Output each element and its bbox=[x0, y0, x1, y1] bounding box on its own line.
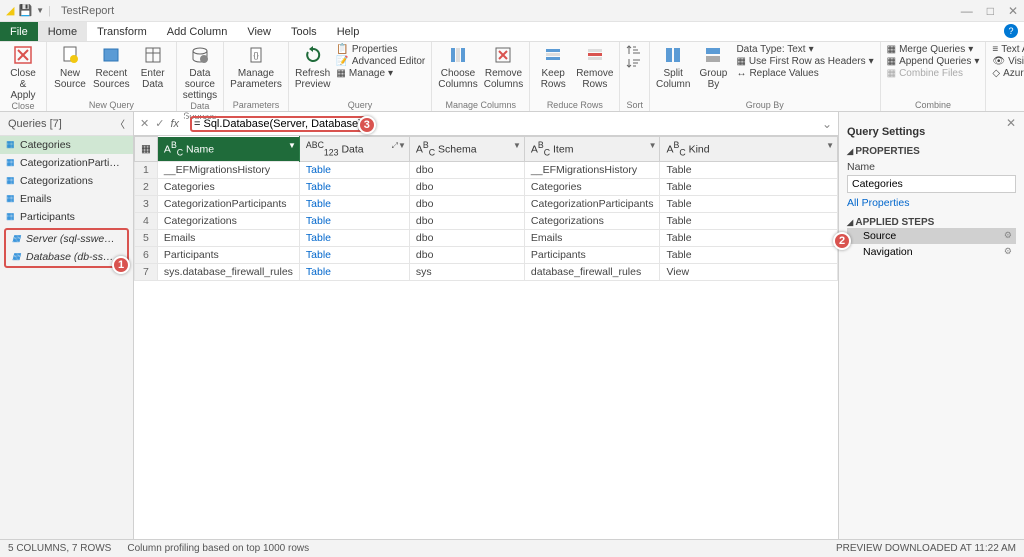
col-item[interactable]: ABC Item▼ bbox=[524, 137, 660, 162]
recent-sources-button[interactable]: Recent Sources bbox=[93, 44, 130, 90]
data-source-settings-button[interactable]: Data source settings bbox=[183, 44, 217, 101]
minimize-button[interactable]: — bbox=[961, 4, 973, 18]
table-row[interactable]: 7sys.database_firewall_rulesTablesysdata… bbox=[135, 263, 838, 280]
query-name-input[interactable] bbox=[847, 175, 1016, 193]
col-kind[interactable]: ABC Kind▼ bbox=[660, 137, 838, 162]
queries-header: Queries [7] bbox=[8, 118, 62, 130]
app-icon: ◢ bbox=[6, 4, 14, 17]
table-corner[interactable]: ▦ bbox=[135, 137, 158, 162]
col-schema[interactable]: ABC Schema▼ bbox=[409, 137, 524, 162]
merge-queries-button[interactable]: ▦ Merge Queries ▾ bbox=[887, 44, 980, 55]
menu-transform[interactable]: Transform bbox=[87, 22, 157, 41]
callout-badge-3: 3 bbox=[358, 116, 376, 134]
table-row[interactable]: 3CategorizationParticipantsTabledboCateg… bbox=[135, 195, 838, 212]
table-row[interactable]: 4CategorizationsTabledboCategorizationsT… bbox=[135, 212, 838, 229]
data-grid: ▦ ABC Name▼ ABC123 Data⤢▼ ABC Schema▼ AB… bbox=[134, 136, 838, 281]
status-dimensions: 5 COLUMNS, 7 ROWS bbox=[8, 543, 111, 554]
col-name[interactable]: ABC Name▼ bbox=[157, 137, 299, 162]
table-row[interactable]: 6ParticipantsTabledboParticipantsTable bbox=[135, 246, 838, 263]
step-source[interactable]: Source⚙ bbox=[847, 228, 1016, 244]
query-item-cat-participants[interactable]: CategorizationParticipants bbox=[0, 154, 133, 172]
data-type-button[interactable]: Data Type: Text ▾ bbox=[736, 44, 873, 55]
menu-file[interactable]: File bbox=[0, 22, 38, 41]
accept-formula-icon[interactable]: ✓ bbox=[155, 117, 164, 130]
menubar: File Home Transform Add Column View Tool… bbox=[0, 22, 1024, 42]
formula-input[interactable]: = Sql.Database(Server, Database) 3 bbox=[185, 114, 816, 134]
menu-help[interactable]: Help bbox=[327, 22, 370, 41]
vision-button[interactable]: 👁 Vision bbox=[992, 56, 1024, 67]
maximize-button[interactable]: □ bbox=[987, 4, 994, 18]
close-window-button[interactable]: ✕ bbox=[1008, 4, 1018, 18]
gear-icon[interactable]: ⚙ bbox=[1004, 230, 1012, 241]
close-settings-icon[interactable]: ✕ bbox=[1006, 116, 1016, 130]
save-icon[interactable]: 💾 bbox=[18, 4, 32, 17]
parameter-highlight-box: Server (sql-ssweagleeye-... Database (db… bbox=[4, 228, 129, 268]
dropdown-icon[interactable]: ▼ bbox=[36, 6, 44, 15]
refresh-preview-button[interactable]: Refresh Preview bbox=[295, 44, 331, 90]
window-title: TestReport bbox=[61, 5, 114, 17]
menu-tools[interactable]: Tools bbox=[281, 22, 327, 41]
menu-home[interactable]: Home bbox=[38, 22, 87, 41]
applied-steps-section: APPLIED STEPS bbox=[847, 217, 1016, 228]
query-item-emails[interactable]: Emails bbox=[0, 190, 133, 208]
properties-section: PROPERTIES bbox=[847, 146, 1016, 157]
menu-view[interactable]: View bbox=[237, 22, 281, 41]
azure-ml-button[interactable]: ◇ Azure Machine Learning bbox=[992, 68, 1024, 79]
all-properties-link[interactable]: All Properties bbox=[847, 197, 1016, 209]
table-row[interactable]: 1__EFMigrationsHistoryTabledbo__EFMigrat… bbox=[135, 161, 838, 178]
main-content: ✕ ✓ fx = Sql.Database(Server, Database) … bbox=[134, 112, 838, 539]
sort-desc-button[interactable] bbox=[626, 57, 640, 69]
enter-data-button[interactable]: Enter Data bbox=[136, 44, 170, 90]
query-item-categories[interactable]: Categories bbox=[0, 136, 133, 154]
param-database[interactable]: Database (db-ssweagleey... bbox=[6, 248, 127, 266]
append-queries-button[interactable]: ▦ Append Queries ▾ bbox=[887, 56, 980, 67]
manage-button[interactable]: ▦ Manage ▾ bbox=[336, 68, 425, 79]
formula-expand-icon[interactable]: ⌄ bbox=[822, 117, 832, 131]
formula-bar: ✕ ✓ fx = Sql.Database(Server, Database) … bbox=[134, 112, 838, 136]
first-row-headers-button[interactable]: ▦ Use First Row as Headers ▾ bbox=[736, 56, 873, 67]
replace-values-button[interactable]: ↔ Replace Values bbox=[736, 68, 873, 79]
remove-columns-button[interactable]: Remove Columns bbox=[484, 44, 523, 90]
titlebar: ◢ 💾 ▼ | TestReport — □ ✕ bbox=[0, 0, 1024, 22]
callout-badge-1: 1 bbox=[112, 256, 130, 274]
text-analytics-button[interactable]: ≡ Text Analytics bbox=[992, 44, 1024, 55]
close-apply-button[interactable]: Close & Apply bbox=[6, 44, 40, 101]
table-row[interactable]: 5EmailsTabledboEmailsTable bbox=[135, 229, 838, 246]
queries-sidebar: Queries [7] 〈 Categories CategorizationP… bbox=[0, 112, 134, 539]
manage-parameters-button[interactable]: {}Manage Parameters bbox=[230, 44, 282, 90]
properties-button[interactable]: 📋 Properties bbox=[336, 44, 425, 55]
collapse-sidebar-icon[interactable]: 〈 bbox=[115, 116, 125, 131]
status-profiling: Column profiling based on top 1000 rows bbox=[127, 543, 309, 554]
gear-icon[interactable]: ⚙ bbox=[1004, 246, 1012, 257]
svg-text:{}: {} bbox=[253, 51, 259, 60]
status-bar: 5 COLUMNS, 7 ROWS Column profiling based… bbox=[0, 539, 1024, 557]
sort-asc-button[interactable] bbox=[626, 44, 640, 56]
status-download-time: PREVIEW DOWNLOADED AT 11:22 AM bbox=[836, 543, 1016, 554]
step-navigation[interactable]: Navigation⚙ bbox=[847, 244, 1016, 260]
new-source-button[interactable]: New Source bbox=[53, 44, 87, 90]
query-item-categorizations[interactable]: Categorizations bbox=[0, 172, 133, 190]
split-column-button[interactable]: Split Column bbox=[656, 44, 690, 90]
menu-add-column[interactable]: Add Column bbox=[157, 22, 238, 41]
param-server[interactable]: Server (sql-ssweagleeye-... bbox=[6, 230, 127, 248]
help-icon[interactable]: ? bbox=[1004, 24, 1018, 38]
query-settings-pane: ✕ Query Settings PROPERTIES Name All Pro… bbox=[838, 112, 1024, 539]
query-item-participants[interactable]: Participants bbox=[0, 208, 133, 226]
callout-badge-2: 2 bbox=[833, 232, 851, 250]
table-row[interactable]: 2CategoriesTabledboCategoriesTable bbox=[135, 178, 838, 195]
choose-columns-button[interactable]: Choose Columns bbox=[438, 44, 477, 90]
advanced-editor-button[interactable]: 📝 Advanced Editor bbox=[336, 56, 425, 67]
ribbon: Close & Apply Close New Source Recent So… bbox=[0, 42, 1024, 112]
col-data[interactable]: ABC123 Data⤢▼ bbox=[299, 137, 409, 162]
fx-icon[interactable]: fx bbox=[170, 118, 179, 130]
combine-files-button[interactable]: ▦ Combine Files bbox=[887, 68, 980, 79]
keep-rows-button[interactable]: Keep Rows bbox=[536, 44, 570, 90]
cancel-formula-icon[interactable]: ✕ bbox=[140, 117, 149, 130]
name-label: Name bbox=[847, 161, 1016, 173]
group-by-button[interactable]: Group By bbox=[696, 44, 730, 90]
remove-rows-button[interactable]: Remove Rows bbox=[576, 44, 613, 90]
settings-title: Query Settings bbox=[847, 126, 1016, 138]
